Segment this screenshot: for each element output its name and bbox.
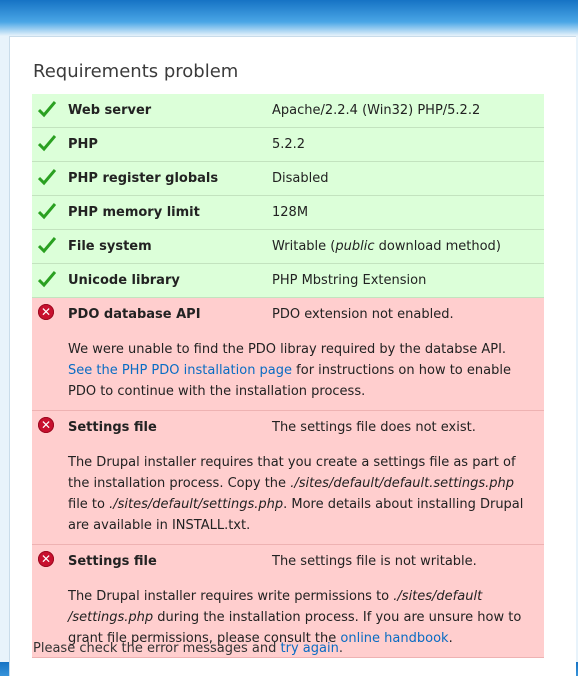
check-icon bbox=[38, 135, 56, 152]
requirement-name: PHP memory limit bbox=[68, 195, 272, 230]
try-again-link[interactable]: try again bbox=[281, 641, 339, 656]
check-icon bbox=[38, 101, 56, 118]
requirement-row-web-server: Web server Apache/2.2.4 (Win32) PHP/5.2.… bbox=[32, 94, 544, 128]
requirement-name: Settings file bbox=[68, 410, 272, 444]
check-icon bbox=[38, 271, 56, 288]
requirement-name: PHP register globals bbox=[68, 161, 272, 196]
requirement-row-settings-file: ✕ Settings file The settings file does n… bbox=[32, 410, 544, 444]
error-icon: ✕ bbox=[38, 551, 54, 567]
check-icon bbox=[38, 237, 56, 254]
requirement-name: Settings file bbox=[68, 544, 272, 578]
requirement-name: File system bbox=[68, 229, 272, 264]
requirement-value: PDO extension not enabled. bbox=[272, 297, 544, 331]
requirement-value: Disabled bbox=[272, 161, 544, 196]
page-title: Requirements problem bbox=[33, 61, 239, 82]
requirement-name: Unicode library bbox=[68, 263, 272, 298]
pdo-installation-link[interactable]: See the PHP PDO installation page bbox=[68, 363, 292, 378]
requirement-name: PHP bbox=[68, 127, 272, 162]
requirement-value: The settings file is not writable. bbox=[272, 544, 544, 578]
requirement-value: 5.2.2 bbox=[272, 127, 544, 162]
requirement-row-memory-limit: PHP memory limit 128M bbox=[32, 195, 544, 230]
requirement-name: Web server bbox=[68, 94, 272, 128]
requirement-description-pdo: We were unable to find the PDO libray re… bbox=[32, 331, 544, 411]
footer-message: Please check the error messages and try … bbox=[33, 641, 343, 656]
online-handbook-link[interactable]: online handbook bbox=[340, 631, 448, 646]
requirement-value: 128M bbox=[272, 195, 544, 230]
requirement-value: The settings file does not exist. bbox=[272, 410, 544, 444]
check-icon bbox=[38, 203, 56, 220]
error-icon: ✕ bbox=[38, 304, 54, 320]
requirement-row-register-globals: PHP register globals Disabled bbox=[32, 161, 544, 196]
error-icon: ✕ bbox=[38, 417, 54, 433]
requirement-row-unicode: Unicode library PHP Mbstring Extension bbox=[32, 263, 544, 298]
requirement-description-settings-file: The Drupal installer requires that you c… bbox=[32, 444, 544, 545]
check-icon bbox=[38, 169, 56, 186]
page-content: Requirements problem Web server Apache/2… bbox=[9, 36, 576, 676]
requirement-name: PDO database API bbox=[68, 297, 272, 331]
requirement-value: PHP Mbstring Extension bbox=[272, 263, 544, 298]
requirement-row-file-system: File system Writable (public download me… bbox=[32, 229, 544, 264]
requirement-row-settings-writable: ✕ Settings file The settings file is not… bbox=[32, 544, 544, 578]
requirement-row-pdo: ✕ PDO database API PDO extension not ena… bbox=[32, 297, 544, 331]
requirement-row-php: PHP 5.2.2 bbox=[32, 127, 544, 162]
requirement-value: Apache/2.2.4 (Win32) PHP/5.2.2 bbox=[272, 94, 544, 128]
requirements-table: Web server Apache/2.2.4 (Win32) PHP/5.2.… bbox=[32, 94, 544, 658]
requirement-value: Writable (public download method) bbox=[272, 229, 544, 264]
